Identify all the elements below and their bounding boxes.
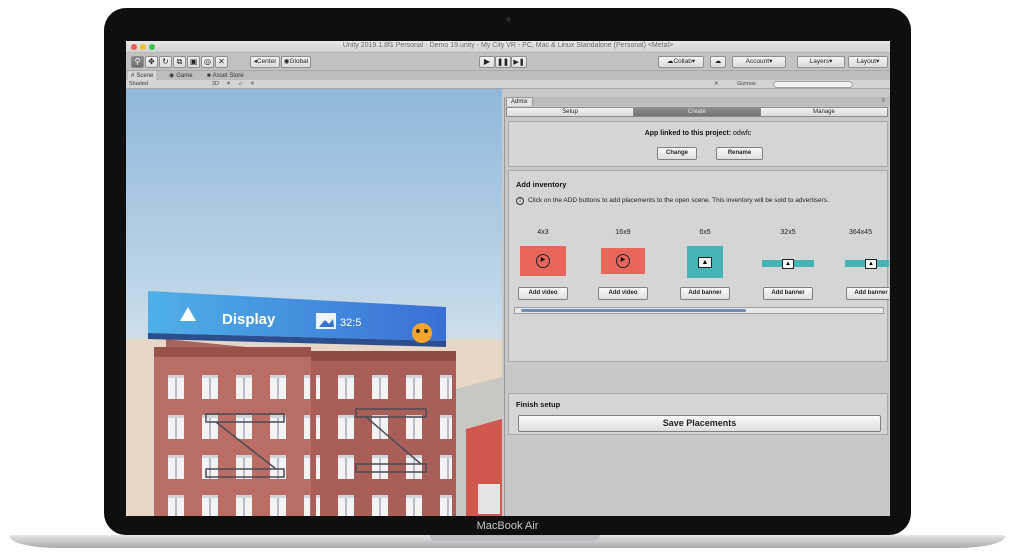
placement-slot: 32x5 ▲ Add banner (758, 229, 818, 309)
move-tool-icon[interactable]: ✥ (145, 56, 158, 68)
placement-size: 4x3 (537, 229, 549, 236)
unity-editor-screen: Unity 2019.1.8f1 Personal - Demo 19.unit… (126, 41, 890, 516)
camera-dot (506, 17, 511, 22)
add-banner-button[interactable]: Add banner (763, 287, 813, 300)
finish-setup-section: Finish setup Save Placements (508, 393, 888, 435)
dock-tab-bar: # Scene ◉ Game ■ Asset Store (126, 71, 890, 80)
device-brand-label: MacBook Air (476, 520, 539, 532)
tab-create[interactable]: Create (634, 108, 761, 116)
play-circle-icon: ▶ (616, 254, 630, 268)
play-button[interactable]: ▶ (479, 56, 495, 68)
scrollbar-thumb[interactable] (521, 309, 746, 312)
image-icon: ▲ (782, 258, 794, 269)
placement-slot: 16x9 ▶ Add video (593, 229, 653, 309)
transform-tool-icon[interactable]: ◎ (201, 56, 214, 68)
product-shot: Unity 2019.1.8f1 Personal - Demo 19.unit… (0, 0, 1015, 555)
audio-toggle-icon[interactable]: ♫ (238, 81, 242, 87)
inventory-info-text: Click on the ADD buttons to add placemen… (528, 197, 829, 204)
main-toolbar: ⚲ ✥ ↻ ⧉ ▣ ◎ ✕ ◂ Center ◉ Global ▶ ❚❚ ▶❚ ☁ C… (126, 53, 890, 71)
linked-app-text: App linked to this project: odwfc (644, 130, 752, 137)
chevron-down-icon: ▾ (691, 57, 696, 65)
hand-tool-icon[interactable]: ⚲ (131, 56, 144, 68)
chevron-down-icon: ▾ (876, 57, 880, 65)
add-banner-button[interactable]: Add banner (846, 287, 889, 300)
rect-tool-icon[interactable]: ▣ (187, 56, 200, 68)
store-icon: ■ (207, 72, 211, 79)
banner-thumbnail: ▲ (687, 246, 723, 278)
city-scene-illustration: Display 32:5 (126, 89, 502, 516)
tab-setup[interactable]: Setup (507, 108, 634, 116)
cloud-services-button[interactable]: ☁ (710, 56, 726, 68)
placement-size: 6x5 (699, 229, 711, 236)
save-placements-button[interactable]: Save Placements (518, 415, 881, 432)
tools-icon[interactable]: ✕ (714, 81, 719, 87)
placement-slot: 4x3 ▶ Add video (513, 229, 573, 309)
lighting-toggle-icon[interactable]: ☀ (226, 81, 231, 87)
inventory-info: i Click on the ADD buttons to add placem… (516, 197, 880, 205)
pause-button[interactable]: ❚❚ (495, 56, 511, 68)
billboard-ratio: 32:5 (340, 317, 361, 329)
placement-size: 16x9 (615, 229, 631, 236)
admix-section-tabs: Setup Create Manage (506, 107, 888, 117)
gizmos-dropdown[interactable]: Gizmos (737, 81, 756, 87)
banner-thumbnail: ▲ (762, 258, 814, 269)
horizontal-scrollbar[interactable] (514, 307, 884, 314)
add-inventory-section: Add inventory i Click on the ADD buttons… (508, 170, 889, 362)
title-bar: Unity 2019.1.8f1 Personal - Demo 19.unit… (126, 41, 890, 53)
shading-mode-dropdown[interactable]: Shaded (129, 81, 148, 87)
space-toggle[interactable]: ◉ Global (281, 56, 311, 68)
admix-tab-bar: Admix ≡ (505, 97, 890, 106)
collab-button[interactable]: ☁ Collab ▾ (658, 56, 704, 68)
placement-slot: 6x5 ▲ Add banner (675, 229, 735, 309)
scene-toolbar: Shaded 2D ☀ ♫ ✳ ✕ Gizmos (126, 80, 890, 89)
placement-size: 32x5 (780, 229, 796, 236)
placement-slot: 364x45 ▲ Add banner (841, 229, 889, 309)
scale-tool-icon[interactable]: ⧉ (173, 56, 186, 68)
tab-asset-store[interactable]: ■ Asset Store (204, 71, 247, 80)
custom-tool-icon[interactable]: ✕ (215, 56, 228, 68)
laptop-notch (430, 535, 600, 541)
rename-button[interactable]: Rename (716, 147, 763, 160)
billboard-brand: Display (222, 311, 276, 328)
scene-view[interactable]: Display 32:5 (126, 89, 502, 516)
tab-game[interactable]: ◉ Game (166, 71, 196, 80)
banner-thumbnail: ▲ (845, 258, 889, 269)
info-icon: i (516, 197, 524, 205)
video-thumbnail: ▶ (601, 248, 645, 274)
cloud-icon: ☁ (714, 57, 722, 65)
placement-size: 364x45 (849, 229, 872, 236)
change-button[interactable]: Change (657, 147, 697, 160)
step-button[interactable]: ▶❚ (511, 56, 527, 68)
chevron-down-icon: ▾ (829, 57, 833, 65)
scene-icon: # (131, 72, 135, 79)
laptop-lid: Unity 2019.1.8f1 Personal - Demo 19.unit… (104, 8, 911, 535)
linked-app-section: App linked to this project: odwfc Change… (508, 121, 888, 167)
mode-2d-toggle[interactable]: 2D (212, 81, 219, 87)
admix-panel: Admix ≡ Setup Create Manage App linked t… (504, 97, 890, 516)
image-icon: ▲ (698, 256, 712, 268)
panel-menu-icon[interactable]: ≡ (881, 98, 885, 104)
play-circle-icon: ▶ (536, 254, 550, 268)
chevron-down-icon: ▾ (769, 57, 773, 65)
pivot-toggle[interactable]: ◂ Center (250, 56, 280, 68)
window-title: Unity 2019.1.8f1 Personal - Demo 19.unit… (342, 42, 674, 49)
add-video-button[interactable]: Add video (518, 287, 568, 300)
game-icon: ◉ (169, 73, 175, 79)
add-video-button[interactable]: Add video (598, 287, 648, 300)
add-banner-button[interactable]: Add banner (680, 287, 730, 300)
finish-heading: Finish setup (516, 400, 561, 409)
effects-toggle-icon[interactable]: ✳ (250, 81, 255, 87)
layout-dropdown[interactable]: Layout ▾ (848, 56, 888, 68)
image-icon: ▲ (865, 258, 877, 269)
scene-search-input[interactable] (773, 81, 853, 88)
account-button[interactable]: Account ▾ (732, 56, 786, 68)
rotate-tool-icon[interactable]: ↻ (159, 56, 172, 68)
inventory-heading: Add inventory (516, 180, 567, 189)
tab-manage[interactable]: Manage (761, 108, 887, 116)
admix-window-tab[interactable]: Admix (506, 97, 533, 106)
linked-project-id: odwfc (733, 130, 752, 137)
tab-scene[interactable]: # Scene (128, 71, 157, 80)
video-thumbnail: ▶ (520, 246, 566, 276)
layers-dropdown[interactable]: Layers ▾ (797, 56, 845, 68)
